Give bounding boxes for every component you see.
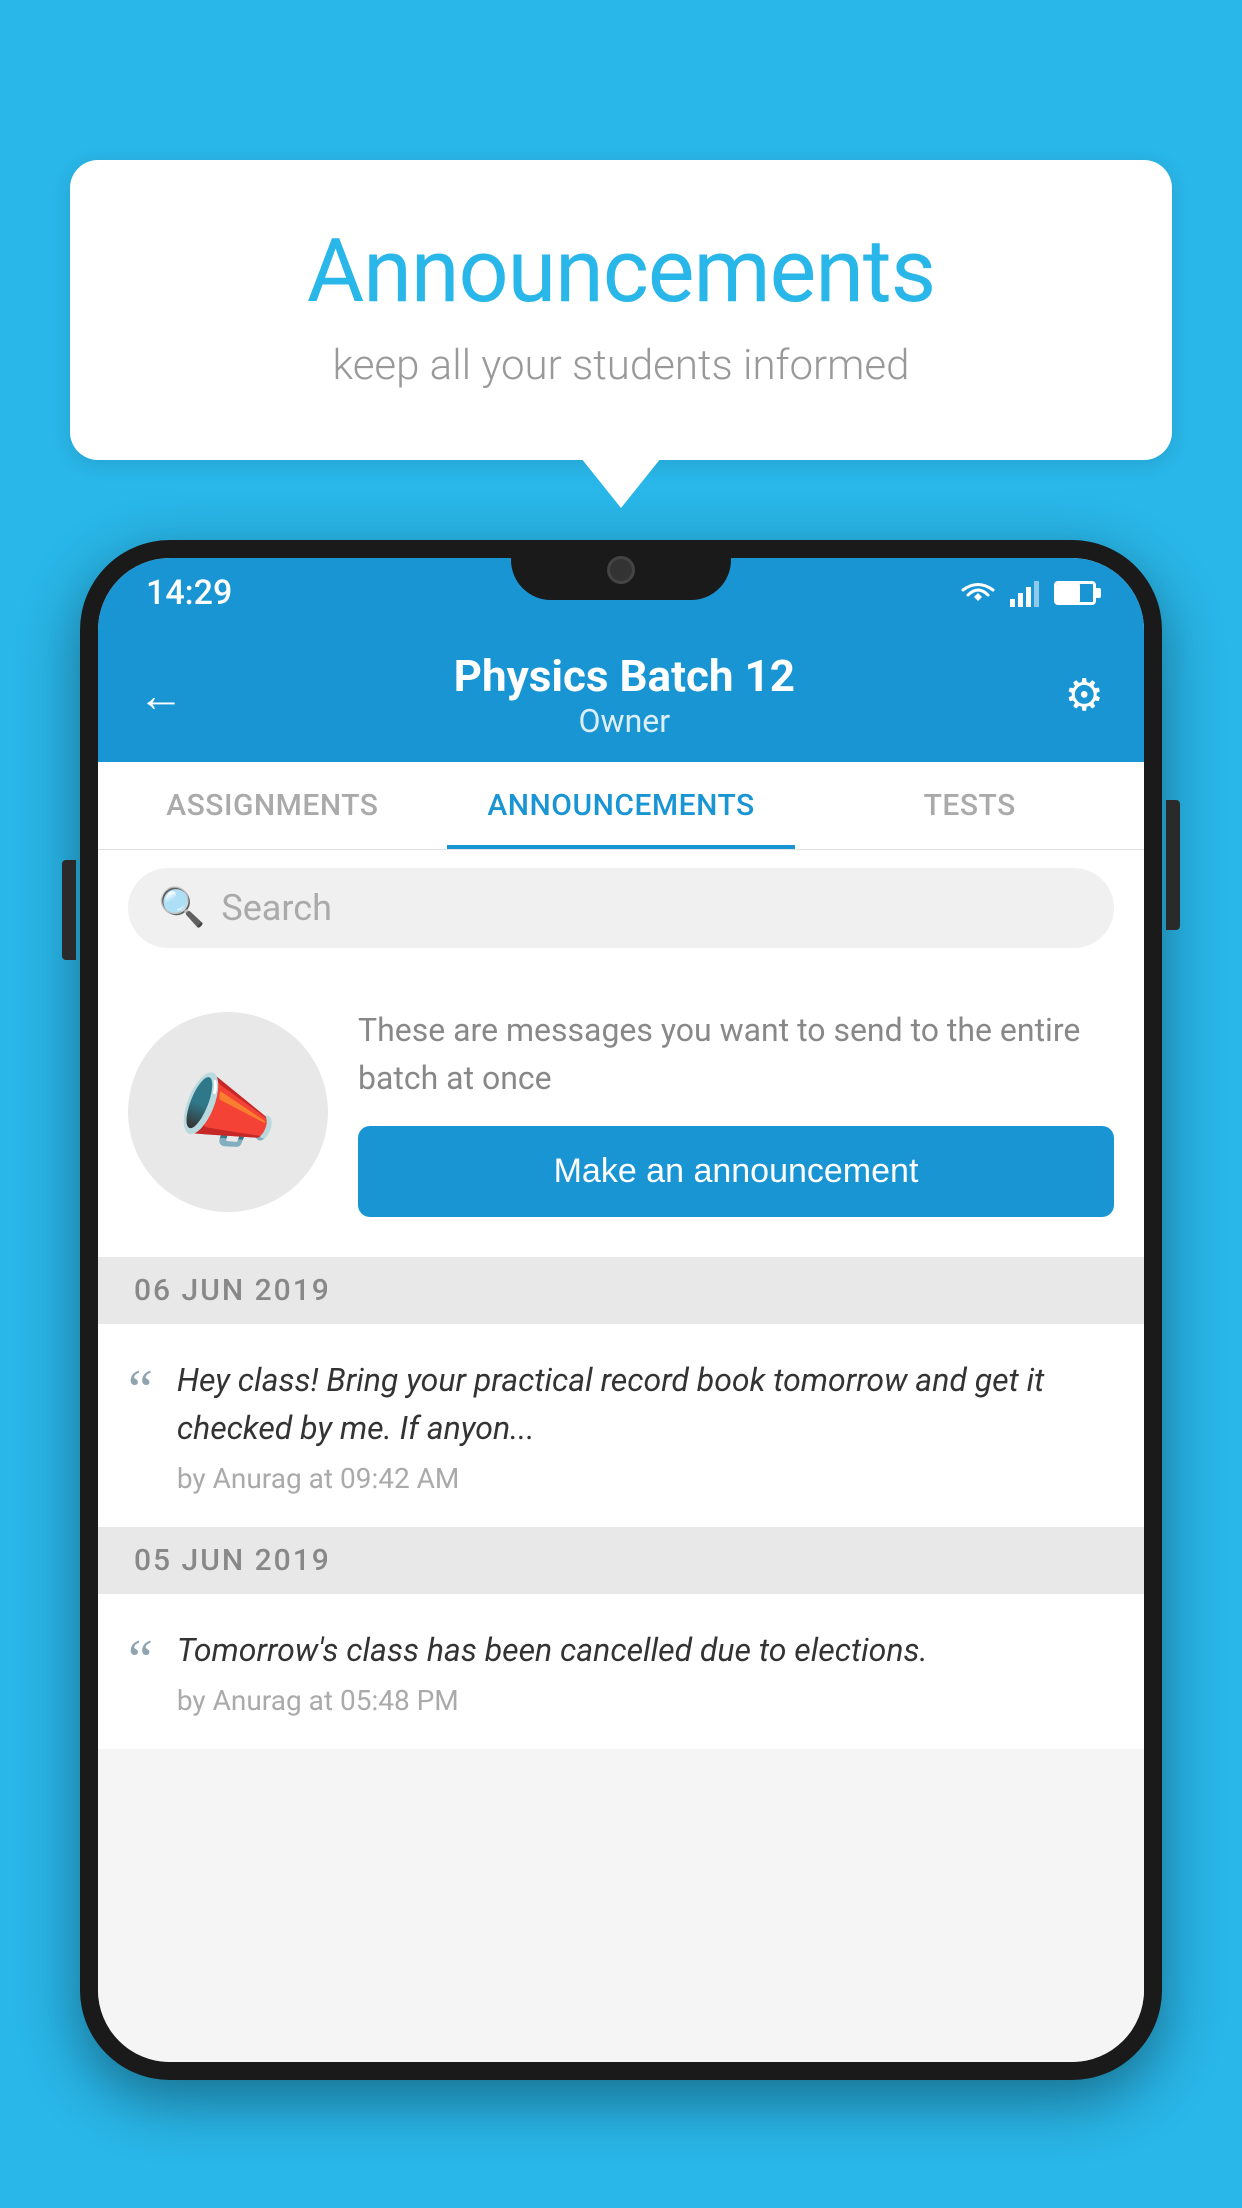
- announcement-item-1[interactable]: “ Hey class! Bring your practical record…: [98, 1324, 1144, 1527]
- quote-icon-2: “: [128, 1626, 153, 1688]
- announcement-meta-2: by Anurag at 05:48 PM: [177, 1684, 1114, 1717]
- make-announcement-button[interactable]: Make an announcement: [358, 1126, 1114, 1217]
- batch-title: Physics Batch 12: [184, 650, 1065, 702]
- search-placeholder: Search: [221, 887, 332, 929]
- promo-icon-circle: 📣: [128, 1012, 328, 1212]
- speech-bubble-card: Announcements keep all your students inf…: [70, 160, 1172, 460]
- announcement-text-1: Hey class! Bring your practical record b…: [177, 1356, 1114, 1452]
- announcement-text-2: Tomorrow's class has been cancelled due …: [177, 1626, 1114, 1674]
- announcement-meta-1: by Anurag at 09:42 AM: [177, 1462, 1114, 1495]
- tab-announcements[interactable]: ANNOUNCEMENTS: [447, 762, 796, 849]
- promo-description: These are messages you want to send to t…: [358, 1006, 1114, 1102]
- status-icons: [960, 579, 1096, 607]
- megaphone-icon: 📣: [178, 1065, 278, 1159]
- announcement-content-1: Hey class! Bring your practical record b…: [177, 1356, 1114, 1495]
- tab-tests[interactable]: TESTS: [795, 762, 1144, 849]
- wifi-icon: [960, 579, 996, 607]
- date-separator-2: 05 JUN 2019: [98, 1527, 1144, 1594]
- battery-icon: [1054, 581, 1096, 605]
- announcement-item-2[interactable]: “ Tomorrow's class has been cancelled du…: [98, 1594, 1144, 1749]
- header-center: Physics Batch 12 Owner: [184, 650, 1065, 740]
- tabs-bar: ASSIGNMENTS ANNOUNCEMENTS TESTS: [98, 762, 1144, 850]
- speech-bubble-section: Announcements keep all your students inf…: [70, 160, 1172, 460]
- phone-notch: [511, 540, 731, 600]
- search-bar[interactable]: 🔍 Search: [128, 868, 1114, 948]
- settings-gear-icon[interactable]: ⚙: [1065, 669, 1104, 721]
- date-label-1: 06 JUN 2019: [134, 1273, 331, 1308]
- phone-outer: 14:29: [80, 540, 1162, 2080]
- status-time: 14:29: [146, 573, 232, 613]
- back-button[interactable]: ←: [138, 668, 184, 723]
- signal-icon: [1010, 579, 1040, 607]
- tab-assignments[interactable]: ASSIGNMENTS: [98, 762, 447, 849]
- phone-container: 14:29: [80, 540, 1162, 2208]
- search-container: 🔍 Search: [98, 850, 1144, 966]
- app-header: ← Physics Batch 12 Owner ⚙: [98, 628, 1144, 762]
- promo-right: These are messages you want to send to t…: [358, 1006, 1114, 1217]
- owner-label: Owner: [184, 702, 1065, 740]
- front-camera: [607, 556, 635, 584]
- quote-icon-1: “: [128, 1356, 153, 1418]
- bubble-subtitle: keep all your students informed: [150, 341, 1092, 390]
- search-icon: 🔍: [158, 886, 205, 930]
- content-area: 🔍 Search 📣 These are messages you want t…: [98, 850, 1144, 2062]
- phone-screen: 14:29: [98, 558, 1144, 2062]
- promo-card: 📣 These are messages you want to send to…: [98, 966, 1144, 1257]
- bubble-title: Announcements: [150, 220, 1092, 323]
- date-label-2: 05 JUN 2019: [134, 1543, 331, 1578]
- date-separator-1: 06 JUN 2019: [98, 1257, 1144, 1324]
- announcement-content-2: Tomorrow's class has been cancelled due …: [177, 1626, 1114, 1717]
